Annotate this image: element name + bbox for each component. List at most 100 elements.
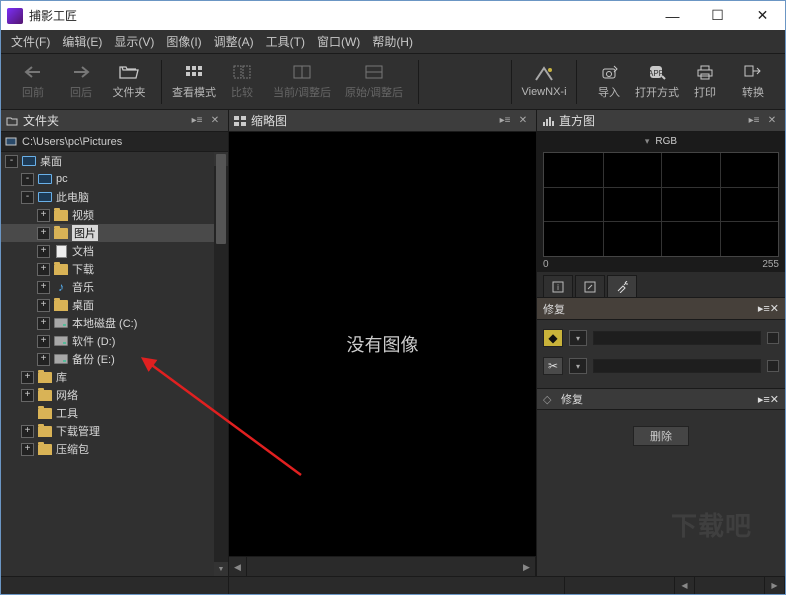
viewnx-button[interactable]: ViewNX-i xyxy=(520,58,568,106)
tree-item-icon xyxy=(53,334,69,348)
tree-expander[interactable]: + xyxy=(21,425,34,438)
compare-button[interactable]: 比较 xyxy=(218,58,266,106)
open-with-button[interactable]: APP 打开方式 xyxy=(633,58,681,106)
tree-item-icon xyxy=(53,226,69,240)
scroll-down-button[interactable]: ▼ xyxy=(214,562,228,576)
tab-retouch[interactable] xyxy=(607,275,637,297)
tree-item[interactable]: +下载 xyxy=(1,260,228,278)
section-menu-button[interactable]: ▸≡ xyxy=(758,393,770,406)
scrollbar-thumb[interactable] xyxy=(216,154,226,244)
print-button[interactable]: 打印 xyxy=(681,58,729,106)
menu-help[interactable]: 帮助(H) xyxy=(366,31,419,52)
tree-expander[interactable]: + xyxy=(37,317,50,330)
nav-back-button[interactable]: 回前 xyxy=(9,58,57,106)
section-close-button[interactable]: ✕ xyxy=(770,302,779,315)
fix-section-header[interactable]: 修复 ▸≡ ✕ xyxy=(537,298,785,320)
tree-item[interactable]: +视频 xyxy=(1,206,228,224)
compare-icon xyxy=(232,63,252,81)
tree-expander[interactable]: + xyxy=(37,245,50,258)
tree-expander[interactable]: + xyxy=(37,335,50,348)
menu-edit[interactable]: 编辑(E) xyxy=(56,31,108,52)
menu-window[interactable]: 窗口(W) xyxy=(311,31,366,52)
tree-expander[interactable]: + xyxy=(37,209,50,222)
tree-item[interactable]: +库 xyxy=(1,368,228,386)
tree-scrollbar[interactable]: ▲ ▼ xyxy=(214,152,228,576)
drive-icon xyxy=(5,135,19,149)
panel-menu-button[interactable]: ▸≡ xyxy=(745,112,763,130)
nav-forward-button[interactable]: 回后 xyxy=(57,58,105,106)
path-bar[interactable]: C:\Users\pc\Pictures xyxy=(1,132,228,152)
tree-item[interactable]: -此电脑 xyxy=(1,188,228,206)
folder-open-button[interactable]: 文件夹 xyxy=(105,58,153,106)
folder-tree[interactable]: -桌面-pc-此电脑+视频+图片+文档+下载+♪音乐+桌面+本地磁盘 (C:)+… xyxy=(1,152,228,576)
tree-item-label: 备份 (E:) xyxy=(72,351,115,367)
tree-expander[interactable]: + xyxy=(37,299,50,312)
channel-selector[interactable]: ▾RGB xyxy=(537,132,785,150)
menu-file[interactable]: 文件(F) xyxy=(5,31,56,52)
close-button[interactable]: ✕ xyxy=(740,1,785,30)
tree-expander[interactable]: + xyxy=(21,389,34,402)
convert-button[interactable]: 转换 xyxy=(729,58,777,106)
tree-item[interactable]: + 备份 (E:) xyxy=(1,350,228,368)
tree-expander[interactable]: + xyxy=(37,353,50,366)
panel-close-button[interactable]: ✕ xyxy=(206,112,224,130)
tree-item-label: 库 xyxy=(56,369,67,385)
tree-item[interactable]: -pc xyxy=(1,170,228,188)
crop-tool-icon[interactable]: ✂ xyxy=(543,357,563,375)
app-title: 捕影工匠 xyxy=(29,7,650,24)
tree-item[interactable]: +网络 xyxy=(1,386,228,404)
maximize-button[interactable]: ☐ xyxy=(695,1,740,30)
menu-adjust[interactable]: 调整(A) xyxy=(208,31,260,52)
import-icon xyxy=(599,63,619,81)
tree-item[interactable]: 工具 xyxy=(1,404,228,422)
menu-tools[interactable]: 工具(T) xyxy=(260,31,311,52)
tree-item[interactable]: +图片 xyxy=(1,224,228,242)
tree-item[interactable]: +本地磁盘 (C:) xyxy=(1,314,228,332)
scroll-right-button[interactable]: ▶ xyxy=(518,557,536,576)
panel-close-button[interactable]: ✕ xyxy=(514,112,532,130)
tree-item[interactable]: +文档 xyxy=(1,242,228,260)
viewmode-button[interactable]: 查看模式 xyxy=(170,58,218,106)
tree-item[interactable]: +♪音乐 xyxy=(1,278,228,296)
orig-after-button[interactable]: 原始/调整后 xyxy=(338,58,410,106)
panel-menu-button[interactable]: ▸≡ xyxy=(496,112,514,130)
tree-item[interactable]: +下载管理 xyxy=(1,422,228,440)
menu-view[interactable]: 显示(V) xyxy=(108,31,160,52)
menu-image[interactable]: 图像(I) xyxy=(160,31,207,52)
tree-expander[interactable]: - xyxy=(21,173,34,186)
tree-expander[interactable]: + xyxy=(37,281,50,294)
panel-menu-button[interactable]: ▸≡ xyxy=(188,112,206,130)
tree-item[interactable]: +桌面 xyxy=(1,296,228,314)
scroll-track[interactable] xyxy=(247,557,518,576)
delete-button[interactable]: 删除 xyxy=(633,426,689,446)
heal-tool-row: ◆ ▾ xyxy=(543,326,779,350)
tree-expander[interactable]: + xyxy=(37,263,50,276)
tree-item[interactable]: +压缩包 xyxy=(1,440,228,458)
tree-expander[interactable]: + xyxy=(21,371,34,384)
tree-expander[interactable]: + xyxy=(37,227,50,240)
scroll-left-button[interactable]: ◀ xyxy=(229,557,247,576)
fix-section-header-2[interactable]: ◇ 修复 ▸≡ ✕ xyxy=(537,388,785,410)
heal-tool-icon[interactable]: ◆ xyxy=(543,329,563,347)
crop-tool-dropdown[interactable]: ▾ xyxy=(569,358,587,374)
section-menu-button[interactable]: ▸≡ xyxy=(758,302,770,315)
tree-expander[interactable]: + xyxy=(21,443,34,456)
panel-close-button[interactable]: ✕ xyxy=(763,112,781,130)
import-button[interactable]: 导入 xyxy=(585,58,633,106)
tree-expander[interactable]: - xyxy=(5,155,18,168)
heal-tool-checkbox[interactable] xyxy=(767,332,779,344)
arrow-right-icon xyxy=(71,63,91,81)
minimize-button[interactable]: — xyxy=(650,1,695,30)
crop-tool-checkbox[interactable] xyxy=(767,360,779,372)
tree-expander[interactable]: - xyxy=(21,191,34,204)
tab-info[interactable]: i xyxy=(543,275,573,297)
tab-edit[interactable] xyxy=(575,275,605,297)
crop-tool-slider[interactable] xyxy=(593,359,761,373)
before-after-button[interactable]: 当前/调整后 xyxy=(266,58,338,106)
tree-item[interactable]: +软件 (D:) xyxy=(1,332,228,350)
heal-tool-dropdown[interactable]: ▾ xyxy=(569,330,587,346)
heal-tool-slider[interactable] xyxy=(593,331,761,345)
section-close-button[interactable]: ✕ xyxy=(770,393,779,406)
tree-item[interactable]: -桌面 xyxy=(1,152,228,170)
tree-item-icon xyxy=(53,262,69,276)
